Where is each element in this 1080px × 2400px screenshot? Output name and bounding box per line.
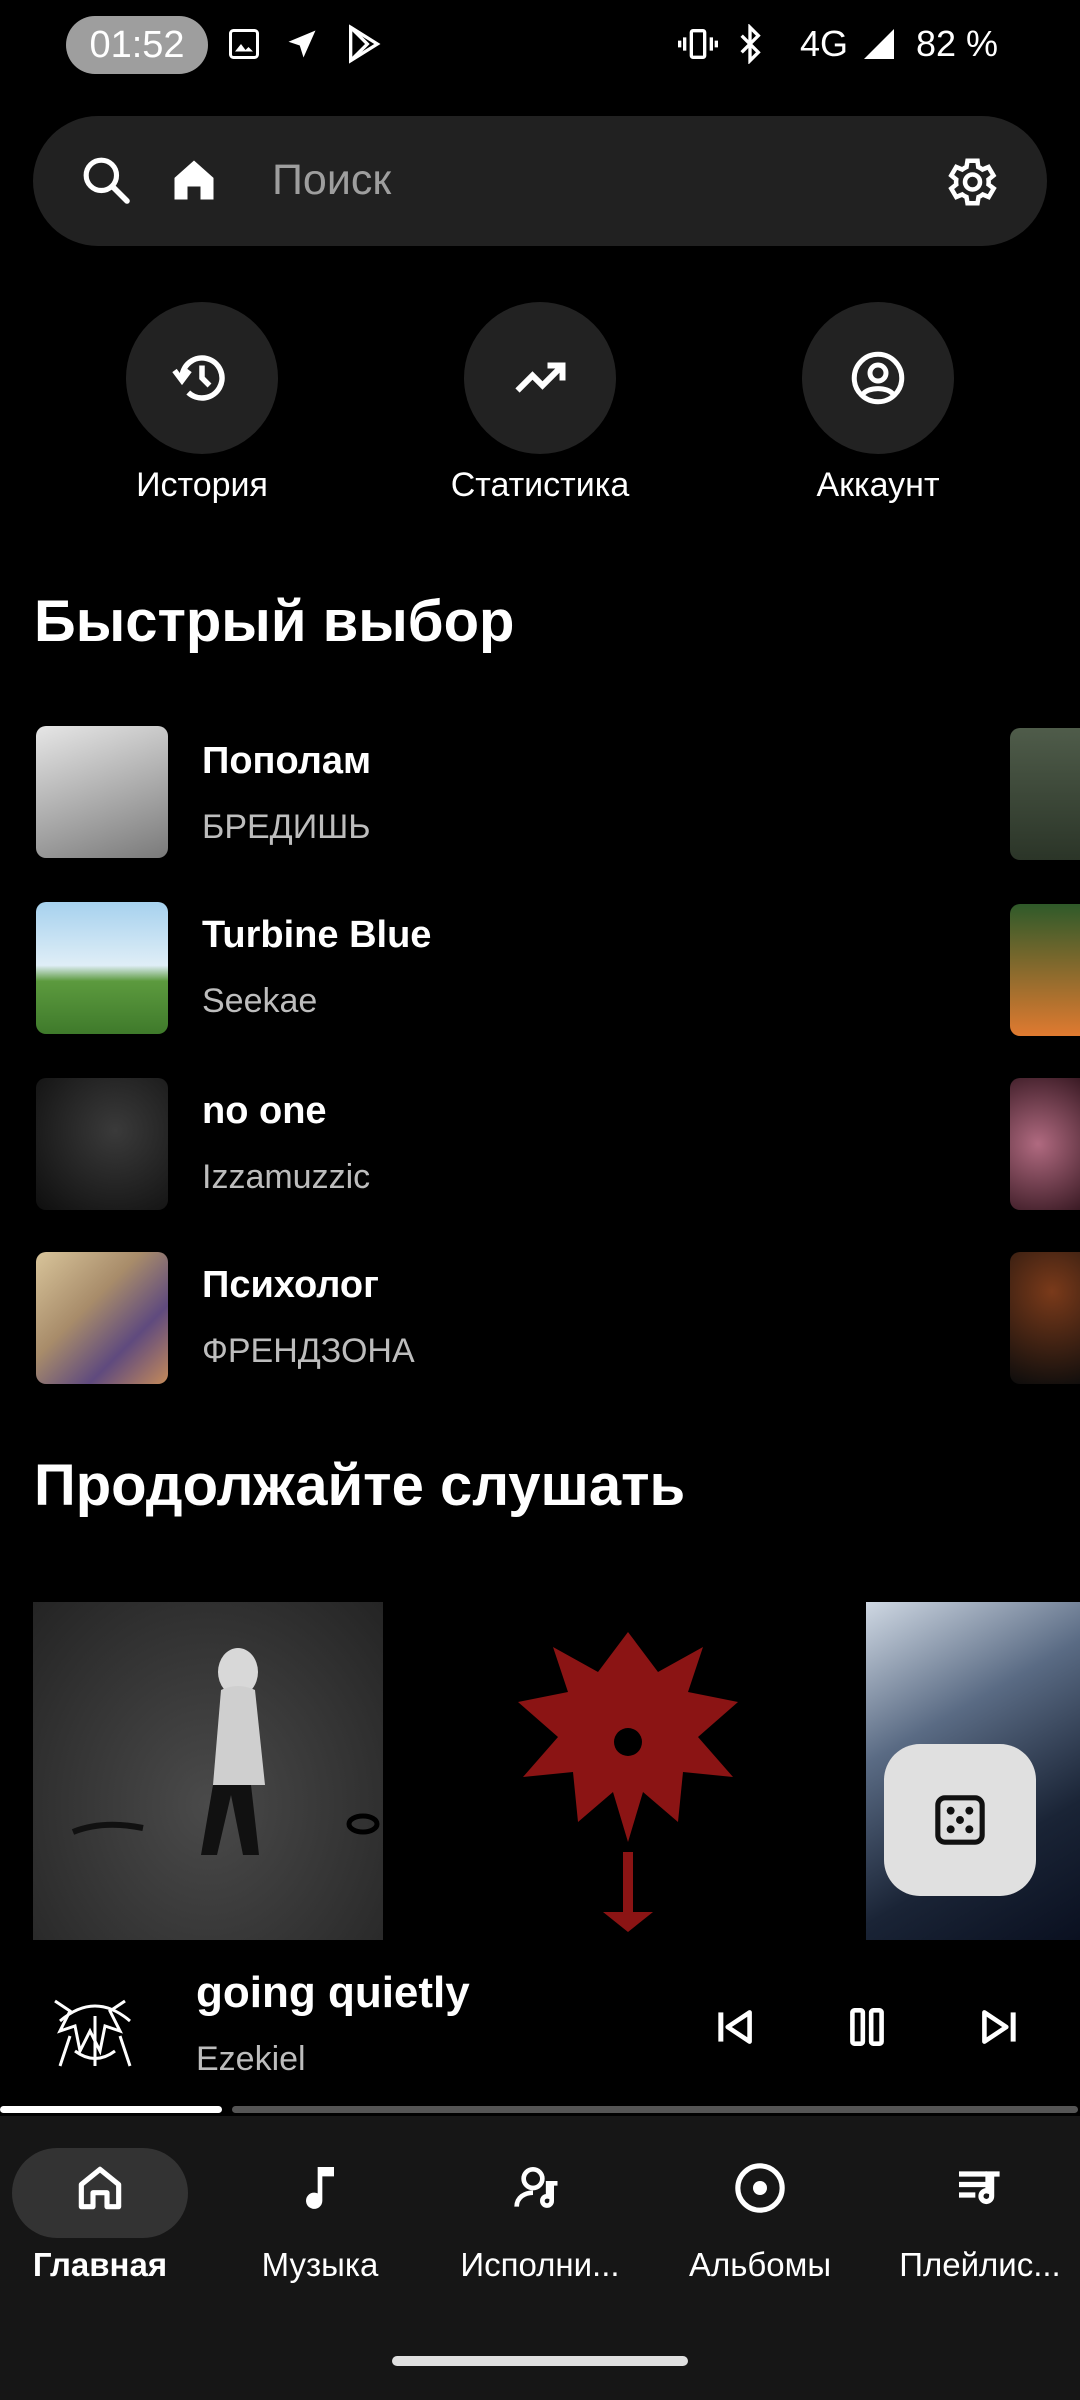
now-playing-artwork[interactable] <box>40 1976 150 2086</box>
account-label: Аккаунт <box>816 466 940 504</box>
track-title[interactable]: Turbine Blue <box>202 914 431 957</box>
shuffle-dice-button[interactable] <box>884 1744 1036 1896</box>
playback-progress-fill[interactable] <box>0 2106 222 2113</box>
home-icon[interactable] <box>168 154 220 206</box>
nav-label-playlists[interactable]: Плейлис... <box>872 2246 1080 2284</box>
track-thumbnail[interactable] <box>1010 904 1080 1036</box>
statistics-button[interactable] <box>464 302 616 454</box>
now-playing-artist[interactable]: Ezekiel <box>196 2040 306 2079</box>
playlist-icon <box>952 2160 1008 2216</box>
network-type: 4G <box>800 23 849 64</box>
nav-music-tab[interactable] <box>212 2160 428 2216</box>
album-card[interactable] <box>33 1602 383 1940</box>
settings-icon[interactable] <box>940 152 1000 212</box>
nav-playlists-tab[interactable] <box>872 2160 1080 2216</box>
navigation-icon <box>284 26 320 62</box>
status-time: 01:52 <box>89 23 185 66</box>
album-icon <box>732 2160 788 2216</box>
now-playing-title[interactable]: going quietly <box>196 1968 470 2018</box>
dice-icon <box>932 1792 988 1848</box>
track-title[interactable]: Пополам <box>202 740 371 783</box>
track-thumbnail[interactable] <box>36 1252 168 1384</box>
quick-picks-title: Быстрый выбор <box>34 589 515 654</box>
battery-level: 82 % <box>916 23 999 64</box>
nav-artists-tab[interactable] <box>432 2160 648 2216</box>
track-artist[interactable]: Izzamuzzic <box>202 1158 370 1197</box>
gesture-home-indicator[interactable] <box>392 2356 688 2366</box>
trending-up-icon <box>510 348 570 408</box>
track-artist[interactable]: ФРЕНДЗОНА <box>202 1332 415 1371</box>
album-card[interactable] <box>453 1602 803 1940</box>
playback-progress-track[interactable] <box>232 2106 1078 2113</box>
nav-label-music[interactable]: Музыка <box>212 2246 428 2284</box>
mini-player[interactable] <box>0 1944 1080 2114</box>
nav-label-artists[interactable]: Исполни... <box>432 2246 648 2284</box>
track-artist[interactable]: Seekae <box>202 982 317 1021</box>
track-thumbnail[interactable] <box>36 726 168 858</box>
signal-icon <box>860 26 898 62</box>
search-icon[interactable] <box>78 152 134 208</box>
artist-icon <box>512 2160 568 2216</box>
home-icon <box>72 2160 128 2216</box>
track-artist[interactable]: БРЕДИШЬ <box>202 808 371 847</box>
history-label: История <box>136 466 268 504</box>
nav-home-tab[interactable] <box>0 2160 208 2216</box>
bluetooth-icon <box>730 24 770 64</box>
play-store-icon <box>344 24 384 64</box>
nav-label-albums[interactable]: Альбомы <box>652 2246 868 2284</box>
track-title[interactable]: Психолог <box>202 1264 379 1307</box>
image-icon <box>226 26 262 62</box>
history-icon <box>172 348 232 408</box>
music-note-icon <box>292 2160 348 2216</box>
vibrate-icon <box>678 24 718 64</box>
status-clock: 01:52 <box>66 16 208 74</box>
track-thumbnail[interactable] <box>1010 1252 1080 1384</box>
track-thumbnail[interactable] <box>36 1078 168 1210</box>
skip-next-icon[interactable] <box>974 2002 1024 2052</box>
statistics-label: Статистика <box>450 466 630 504</box>
continue-listening-title: Продолжайте слушать <box>34 1453 686 1518</box>
account-button[interactable] <box>802 302 954 454</box>
search-input[interactable]: Поиск <box>272 156 391 205</box>
nav-label-home[interactable]: Главная <box>0 2246 208 2284</box>
skip-previous-icon[interactable] <box>710 2002 760 2052</box>
pause-icon[interactable] <box>842 2002 892 2052</box>
track-title[interactable]: no one <box>202 1090 327 1133</box>
track-thumbnail[interactable] <box>36 902 168 1034</box>
account-icon <box>848 348 908 408</box>
nav-albums-tab[interactable] <box>652 2160 868 2216</box>
history-button[interactable] <box>126 302 278 454</box>
track-thumbnail[interactable] <box>1010 728 1080 860</box>
track-thumbnail[interactable] <box>1010 1078 1080 1210</box>
